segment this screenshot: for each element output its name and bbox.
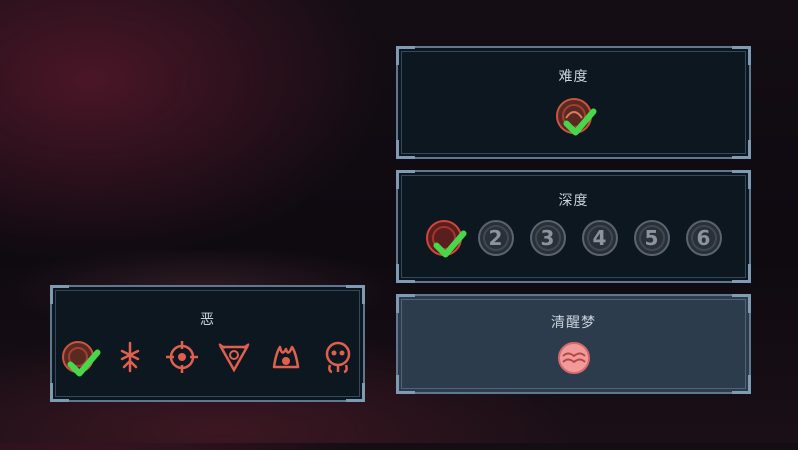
difficulty-title: 难度 (558, 69, 589, 85)
frame-corner (732, 46, 751, 65)
depth-level-number: 5 (644, 226, 659, 250)
frame-corner (50, 285, 69, 304)
checkmark-icon (67, 349, 100, 377)
depth-level-number: 2 (488, 226, 503, 250)
rune-icon (120, 341, 139, 373)
depth-level-1-button[interactable] (425, 220, 466, 258)
depth-title: 深度 (558, 193, 589, 209)
evil-panel: 恶 (50, 285, 365, 402)
lucid-dream-emblem-icon (557, 342, 590, 374)
depth-panel: 深度 2 3 4 5 6 (396, 170, 751, 283)
triangle-sigil-icon (217, 343, 250, 373)
difficulty-option-button[interactable] (555, 98, 596, 136)
frame-corner (346, 383, 365, 402)
depth-level-button[interactable]: 3 (529, 220, 566, 256)
depth-level-button[interactable]: 5 (633, 220, 670, 256)
frame-corner (732, 170, 751, 189)
evil-option-claw-button[interactable] (268, 339, 304, 375)
frame-corner (396, 294, 415, 313)
frame-corner (396, 140, 415, 159)
claw-icon (272, 345, 299, 369)
difficulty-panel: 难度 (396, 46, 751, 159)
evil-title: 恶 (200, 312, 215, 328)
frame-corner (732, 264, 751, 283)
evil-option-triangle-button[interactable] (216, 339, 252, 375)
checkmark-icon (433, 230, 466, 258)
lucid-dream-panel: 清醒梦 (396, 294, 751, 394)
checkmark-icon (563, 108, 596, 136)
tentacle-skull-icon (325, 341, 350, 374)
evil-option-selected-button[interactable] (60, 339, 100, 377)
frame-corner (732, 140, 751, 159)
frame-corner (396, 170, 415, 189)
depth-level-button[interactable]: 4 (581, 220, 618, 256)
frame-corner (346, 285, 365, 304)
depth-level-number: 4 (592, 226, 607, 250)
evil-option-skull-button[interactable] (320, 339, 356, 375)
crosshair-icon (165, 341, 198, 373)
depth-level-number: 3 (540, 226, 555, 250)
frame-corner (50, 383, 69, 402)
frame-corner (396, 46, 415, 65)
frame-corner (396, 264, 415, 283)
lucid-dream-toggle-button[interactable] (556, 340, 592, 376)
frame-corner (732, 375, 751, 394)
frame-corner (732, 294, 751, 313)
evil-option-target-button[interactable] (164, 339, 200, 375)
depth-level-button[interactable]: 6 (685, 220, 722, 256)
depth-level-button[interactable]: 2 (477, 220, 514, 256)
frame-corner (396, 375, 415, 394)
depth-level-number: 6 (696, 226, 711, 250)
evil-option-rune-button[interactable] (112, 339, 148, 375)
lucid-dream-title: 清醒梦 (551, 315, 596, 331)
